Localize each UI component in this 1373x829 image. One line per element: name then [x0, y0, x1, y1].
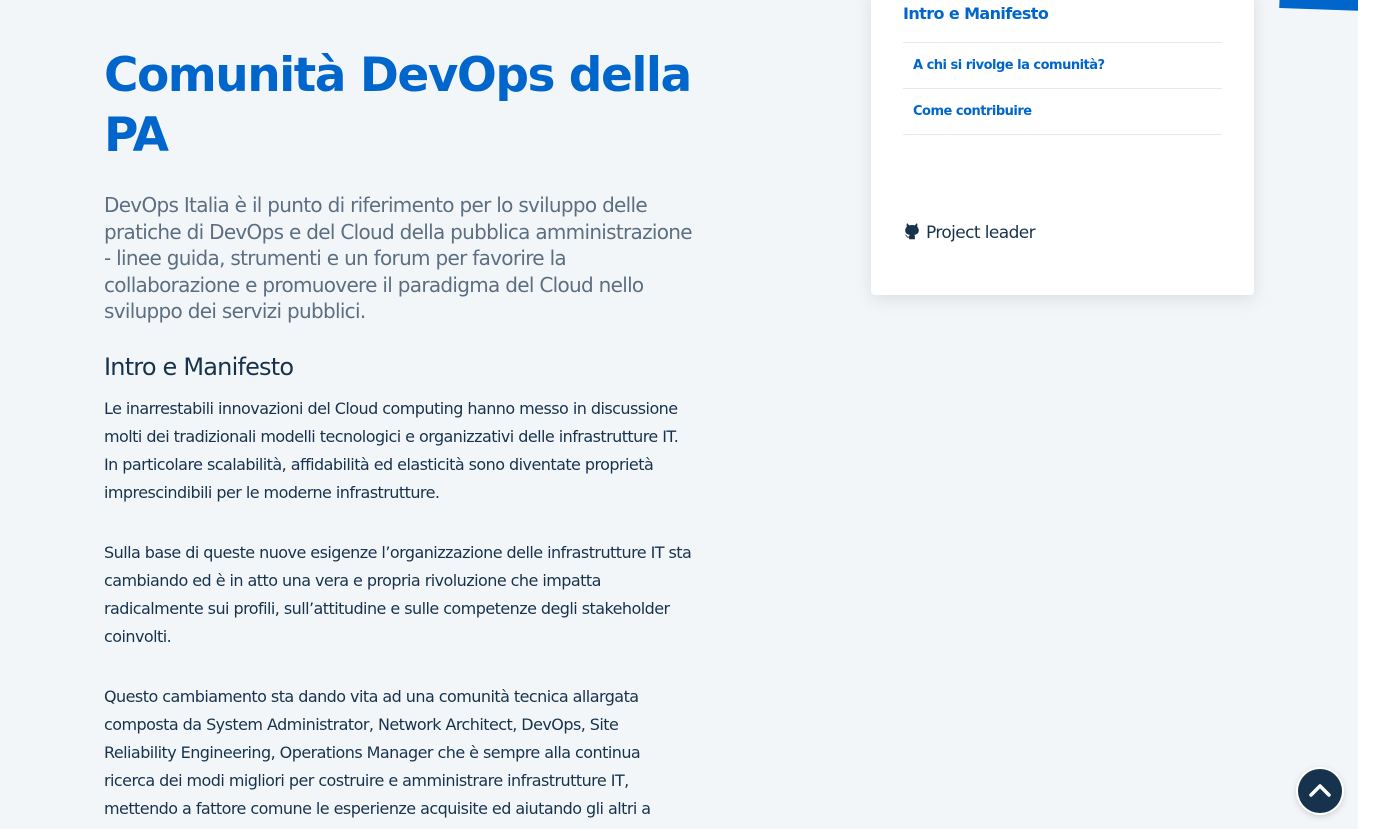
- toc-link-contribute[interactable]: Come contribuire: [903, 89, 1222, 135]
- project-leader[interactable]: Project leader: [904, 223, 1036, 243]
- intro-paragraph: Le inarrestabili innovazioni del Cloud c…: [104, 398, 679, 502]
- section-title-intro: Intro e Manifesto: [104, 352, 294, 381]
- sidebar-card: Intro e Manifesto A chi si rivolge la co…: [871, 0, 1254, 295]
- toc-link-intro[interactable]: Intro e Manifesto: [903, 0, 1222, 43]
- chevron-up-icon: [1309, 784, 1331, 797]
- page-lead: DevOps Italia è il punto di riferimento …: [104, 193, 693, 323]
- page-title: Comunità DevOps della PA: [104, 48, 692, 163]
- table-of-contents: Intro e Manifesto A chi si rivolge la co…: [903, 0, 1222, 135]
- toc-link-target-audience[interactable]: A chi si rivolge la comunità?: [903, 43, 1222, 89]
- back-to-top-button[interactable]: [1298, 769, 1342, 813]
- github-icon: [904, 223, 919, 240]
- window-right-edge: [1358, 0, 1373, 829]
- page: Comunità DevOps della PA DevOps Italia è…: [0, 0, 1358, 829]
- main-content: Comunità DevOps della PA DevOps Italia è…: [104, 46, 694, 823]
- header-accent-stripe: [1279, 0, 1358, 13]
- project-leader-label: Project leader: [926, 223, 1036, 243]
- intro-paragraph: Questo cambiamento sta dando vita ad una…: [104, 686, 651, 818]
- intro-paragraph: Sulla base di queste nuove esigenze l’or…: [104, 542, 692, 646]
